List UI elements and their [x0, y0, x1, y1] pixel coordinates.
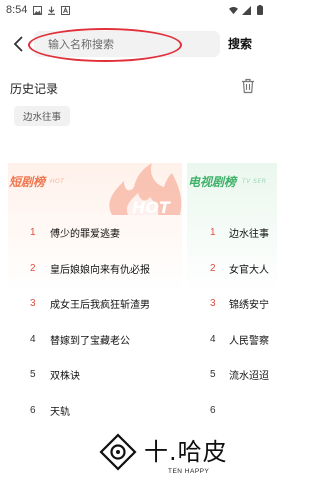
rank-number: 6 — [210, 404, 216, 416]
tv-ranking-subtitle: TV SER — [242, 178, 267, 185]
wifi-icon — [229, 6, 238, 15]
rank-number: 4 — [210, 333, 216, 345]
rank-number: 2 — [210, 262, 216, 274]
drama-title: 天轨 — [50, 406, 70, 418]
rank-number: 2 — [30, 262, 36, 274]
ranking-row[interactable]: 6 — [187, 393, 277, 429]
brand-tagline: TEN HAPPY — [168, 468, 210, 475]
ranking-row[interactable]: 3 锦绣安宁 — [187, 286, 277, 322]
trash-icon — [242, 78, 254, 94]
ranking-row[interactable]: 3 成女王后我疯狂斩渣男 — [8, 286, 182, 322]
hot-flame-icon: HOT — [109, 163, 182, 215]
back-button[interactable] — [8, 34, 28, 54]
drama-title: 女官大人 — [229, 264, 269, 276]
short-drama-ranking-subtitle: HOT — [50, 178, 65, 185]
ranking-row[interactable]: 4 替嫁到了宝藏老公 — [8, 322, 182, 358]
tv-ranking-title: 电视剧榜 — [188, 175, 237, 189]
search-button[interactable]: 搜索 — [228, 35, 252, 52]
search-box — [34, 31, 220, 57]
ranking-row[interactable]: 2 女官大人 — [187, 251, 277, 287]
drama-title: 流水迢迢 — [229, 371, 269, 383]
rank-number: 6 — [30, 404, 36, 416]
download-icon — [47, 6, 56, 15]
ranking-row[interactable]: 1 傅少的罪爱逃妻 — [8, 215, 182, 251]
short-drama-ranking-list: 1 傅少的罪爱逃妻 2 皇后娘娘向来有仇必报 3 成女王后我疯狂斩渣男 4 替嫁… — [8, 215, 182, 428]
status-time: 8:54 — [6, 4, 28, 16]
font-icon — [61, 5, 71, 15]
brand-logo-icon — [99, 433, 137, 471]
short-drama-ranking-title: 短剧榜 — [9, 175, 46, 189]
ranking-row[interactable]: 4 人民警察 — [187, 322, 277, 358]
rank-number: 1 — [210, 227, 216, 239]
history-item[interactable]: 边水往事 — [14, 106, 71, 126]
history-title: 历史记录 — [10, 82, 59, 96]
image-icon — [33, 5, 43, 15]
brand-name: 十.哈皮 — [144, 438, 228, 466]
clear-history-button[interactable] — [240, 78, 256, 94]
watermark: 十.哈皮 TEN HAPPY — [98, 430, 258, 480]
drama-title: 双株诀 — [50, 371, 80, 383]
drama-title: 人民警察 — [229, 335, 269, 347]
drama-title: 成女王后我疯狂斩渣男 — [50, 300, 150, 312]
drama-title: 锦绣安宁 — [229, 300, 269, 312]
svg-text:HOT: HOT — [132, 198, 171, 215]
rank-number: 4 — [30, 333, 36, 345]
rank-number: 5 — [30, 369, 36, 381]
search-input[interactable] — [34, 31, 220, 57]
signal-icon — [242, 5, 251, 15]
rank-number: 3 — [30, 298, 36, 310]
search-header: 搜索 — [0, 26, 270, 64]
ranking-row[interactable]: 1 边水往事 — [187, 215, 277, 251]
ranking-row[interactable]: 5 流水迢迢 — [187, 357, 277, 393]
battery-icon — [255, 5, 264, 15]
chevron-left-icon — [13, 36, 23, 52]
tv-ranking-list: 1 边水往事 2 女官大人 3 锦绣安宁 4 人民警察 5 流水迢迢 6 — [187, 215, 277, 428]
drama-title: 边水往事 — [229, 229, 269, 241]
status-bar: 8:54 — [0, 0, 270, 20]
ranking-row[interactable]: 2 皇后娘娘向来有仇必报 — [8, 251, 182, 287]
ranking-row[interactable]: 5 双株诀 — [8, 357, 182, 393]
drama-title: 傅少的罪爱逃妻 — [50, 229, 120, 241]
rank-number: 3 — [210, 298, 216, 310]
drama-title: 替嫁到了宝藏老公 — [50, 335, 130, 347]
drama-title: 皇后娘娘向来有仇必报 — [50, 264, 150, 276]
rank-number: 1 — [30, 227, 36, 239]
ranking-row[interactable]: 6 天轨 — [8, 393, 182, 429]
rank-number: 5 — [210, 369, 216, 381]
